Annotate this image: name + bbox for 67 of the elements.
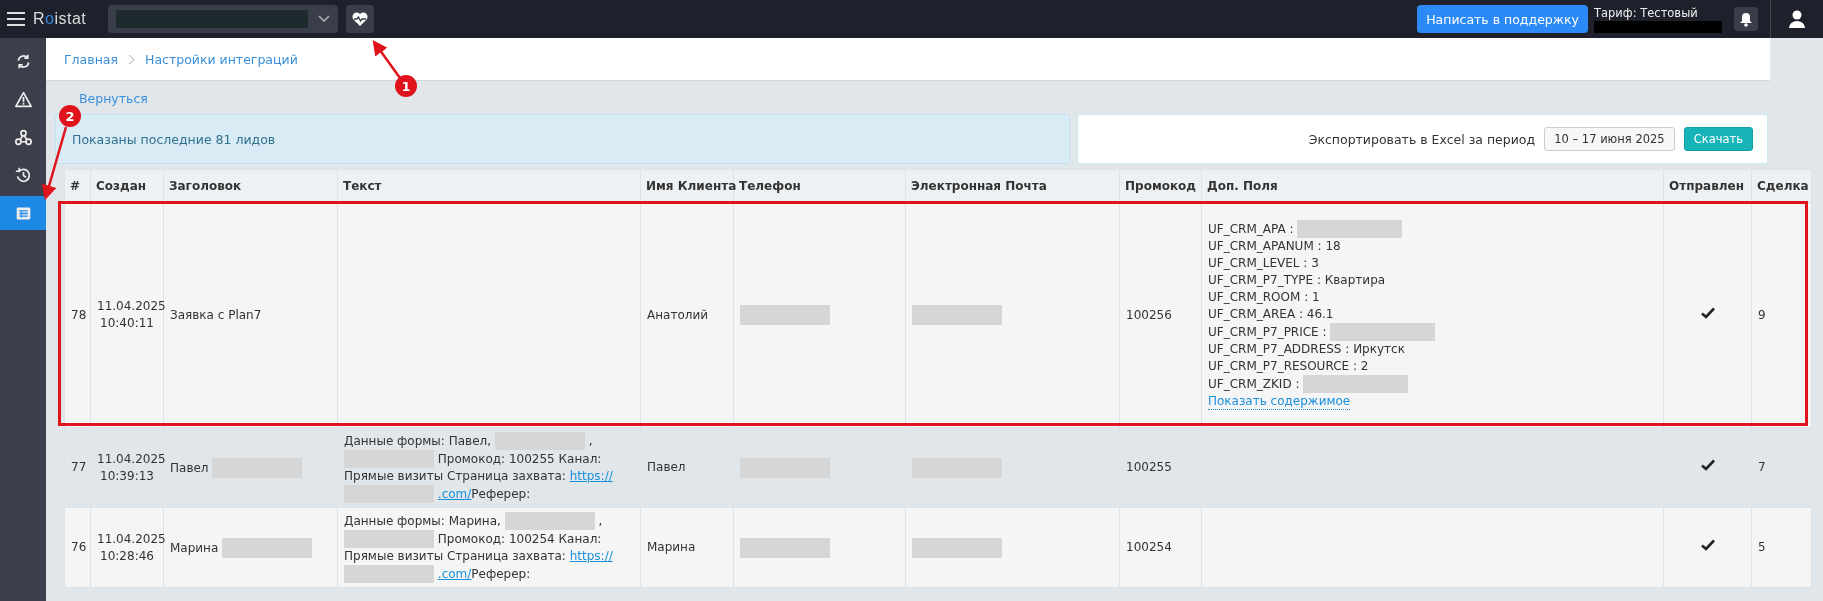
notifications-button[interactable]: [1734, 7, 1758, 31]
field-line: UF_CRM_ZKID :: [1208, 375, 1657, 393]
title-text: Заявка с Plan7: [170, 307, 262, 322]
logo: Roistat: [33, 10, 87, 28]
title-text: Марина: [170, 540, 219, 554]
table-cell: 7: [1751, 427, 1812, 508]
url-link[interactable]: https://: [569, 469, 613, 483]
column-header: Промокод: [1119, 169, 1202, 203]
table-cell: 78: [64, 202, 91, 428]
table-cell: 100256: [1119, 202, 1202, 428]
column-header: Текст: [337, 169, 641, 203]
column-header: #: [64, 169, 91, 203]
field-line: UF_CRM_LEVEL : 3: [1208, 255, 1320, 272]
field-line: UF_CRM_APA :: [1208, 220, 1657, 238]
table-cell: Павел: [640, 427, 734, 508]
column-header: Заголовок: [163, 169, 338, 203]
caret-icon: [318, 15, 331, 23]
field-line: UF_CRM_P7_RESOURCE : 2: [1208, 358, 1370, 375]
column-header: Имя Клиента: [640, 169, 734, 203]
lead-text: Данные формы: Павел, , Промокод: 100255 Канал: Прямые визиты Страница захвата: https:// .com/Реферер:: [344, 433, 613, 501]
field-line: UF_CRM_P7_ADDRESS : Иркутск: [1208, 341, 1406, 358]
field-line: UF_CRM_P7_PRICE :: [1208, 323, 1657, 341]
health-button[interactable]: [346, 5, 375, 33]
column-header: Доп. Поля: [1201, 169, 1664, 203]
show-content-link[interactable]: Показать содержимое: [1208, 394, 1351, 410]
chevron-icon: [128, 53, 135, 65]
support-button[interactable]: Написать в поддержку: [1417, 5, 1588, 33]
table-cell: Анатолий: [640, 202, 734, 428]
table-cell: 100255: [1119, 427, 1202, 508]
annotation-arrow: [372, 39, 401, 79]
bell-icon: [1739, 11, 1753, 27]
column-header: Отправлен: [1663, 169, 1752, 203]
annotation-badge: 1: [395, 75, 417, 97]
column-header: Сделка: [1751, 169, 1812, 203]
field-line: UF_CRM_APANUM : 18: [1208, 238, 1342, 255]
field-line: UF_CRM_P7_TYPE : Квартира: [1208, 272, 1387, 289]
breadcrumb-link[interactable]: Главная: [64, 51, 118, 67]
lead-text: Данные формы: Марина, , Промокод: 100254 Канал: Прямые визиты Страница захвата: https:// .com/Реферер:: [344, 513, 613, 581]
breadcrumb-link[interactable]: Настройки интеграций: [145, 51, 298, 67]
back-link[interactable]: Вернуться: [79, 91, 148, 106]
url-link[interactable]: https://: [569, 549, 613, 563]
table-cell: Марина: [640, 507, 734, 588]
table-cell: 77: [64, 427, 91, 508]
url-link[interactable]: .com/: [437, 566, 472, 581]
table-cell: 11.04.2025 10:39:13: [90, 427, 164, 508]
field-line: UF_CRM_ROOM : 1: [1208, 289, 1321, 306]
annotation-badge: 2: [59, 105, 81, 127]
network-icon: [14, 128, 32, 146]
user-icon[interactable]: [1789, 10, 1805, 28]
field-line: UF_CRM_AREA : 46.1: [1208, 306, 1335, 323]
column-header: Создан: [90, 169, 164, 203]
history-icon: [14, 166, 32, 184]
table-cell: 11.04.2025 10:40:11: [90, 202, 164, 428]
menu-icon[interactable]: [7, 12, 25, 26]
heart-pulse-icon: [352, 12, 369, 26]
column-header: Электронная Почта: [905, 169, 1120, 203]
tariff-label: Тариф: Тестовый: [1594, 5, 1699, 20]
period-picker[interactable]: 10 – 17 июня 2025: [1544, 127, 1675, 151]
export-label: Экспортировать в Excel за период: [1308, 131, 1536, 147]
table-cell: 11.04.2025 10:28:46: [90, 507, 164, 588]
warning-icon: [14, 90, 32, 108]
title-text: Павел: [170, 460, 209, 474]
url-link[interactable]: .com/: [437, 486, 472, 501]
table-cell: 100254: [1119, 507, 1202, 588]
table-cell: 5: [1751, 507, 1812, 588]
table-cell: 76: [64, 507, 91, 588]
download-button[interactable]: Скачать: [1683, 127, 1753, 151]
